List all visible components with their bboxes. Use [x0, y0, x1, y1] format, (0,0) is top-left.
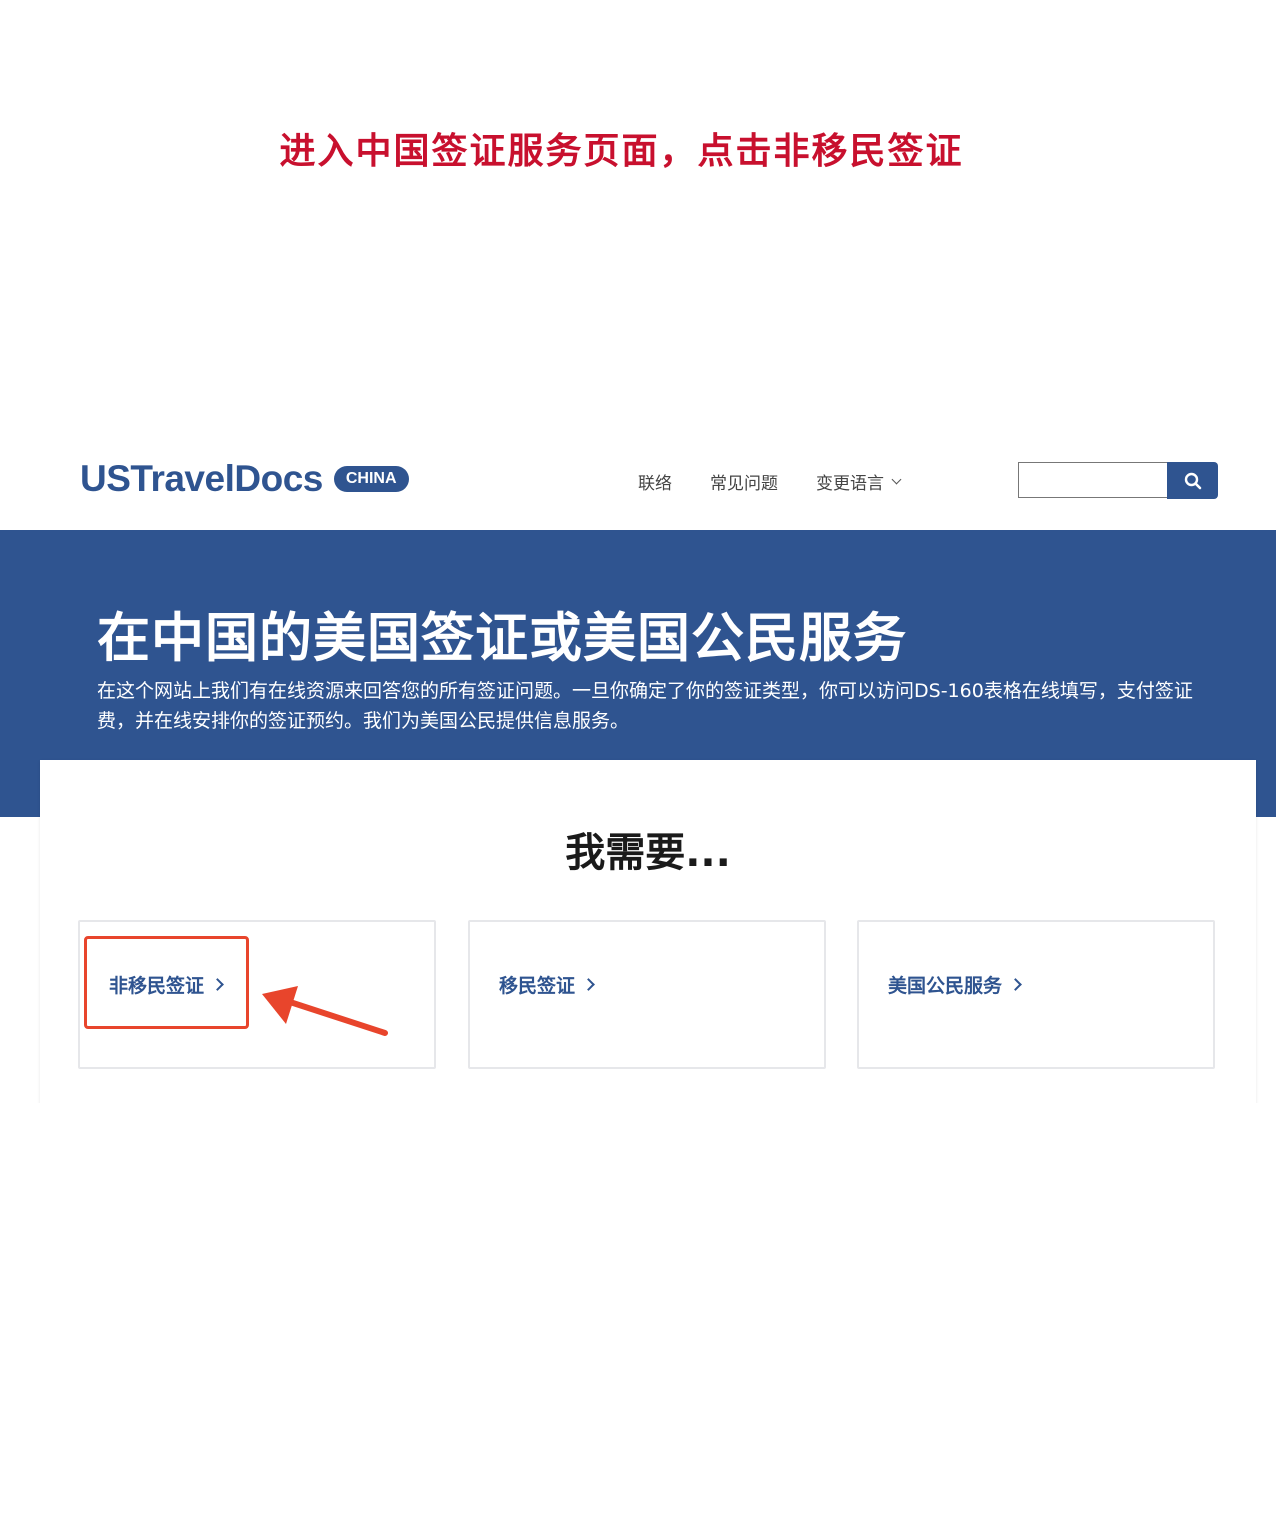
option-link[interactable]: 移民签证 — [499, 971, 595, 998]
options-card: 我需要... 非移民签证 移民签证 美国公民服务 — [40, 760, 1256, 1103]
option-immigrant-visa[interactable]: 移民签证 — [468, 920, 826, 1069]
pointer-arrow-icon — [262, 986, 388, 1036]
search-button[interactable] — [1167, 462, 1218, 499]
site-header: USTravelDocs CHINA 联络 常见问题 变更语言 — [0, 440, 1276, 531]
logo-text: USTravelDocs — [80, 458, 323, 499]
chevron-down-icon — [891, 474, 902, 484]
instruction-caption: 进入中国签证服务页面，点击非移民签证 — [279, 131, 964, 172]
nav-contact[interactable]: 联络 — [638, 469, 672, 494]
website-screenshot: USTravelDocs CHINA 联络 常见问题 变更语言 在中国的美国签证… — [0, 440, 1276, 1103]
top-nav: 联络 常见问题 变更语言 — [638, 469, 902, 494]
logo-badge: CHINA — [333, 466, 409, 492]
chevron-right-icon — [582, 978, 595, 991]
option-link[interactable]: 美国公民服务 — [888, 971, 1022, 998]
options-heading: 我需要... — [565, 830, 731, 876]
option-label: 美国公民服务 — [888, 975, 1003, 997]
nav-language[interactable]: 变更语言 — [816, 469, 902, 494]
site-logo[interactable]: USTravelDocs CHINA — [80, 458, 409, 500]
hero-title: 在中国的美国签证或美国公民服务 — [97, 607, 907, 669]
chevron-right-icon — [211, 978, 224, 991]
search-box — [1018, 462, 1218, 499]
search-icon — [1184, 472, 1201, 489]
chevron-right-icon — [1009, 978, 1022, 991]
option-link[interactable]: 非移民签证 — [109, 971, 224, 998]
nav-faq[interactable]: 常见问题 — [710, 469, 778, 494]
option-label: 非移民签证 — [109, 975, 205, 997]
search-input[interactable] — [1018, 462, 1167, 498]
nav-language-label: 变更语言 — [816, 474, 884, 494]
option-citizen-services[interactable]: 美国公民服务 — [857, 920, 1215, 1069]
hero-description: 在这个网站上我们有在线资源来回答您的所有签证问题。一旦你确定了你的签证类型，你可… — [97, 680, 1193, 732]
option-label: 移民签证 — [499, 975, 576, 997]
